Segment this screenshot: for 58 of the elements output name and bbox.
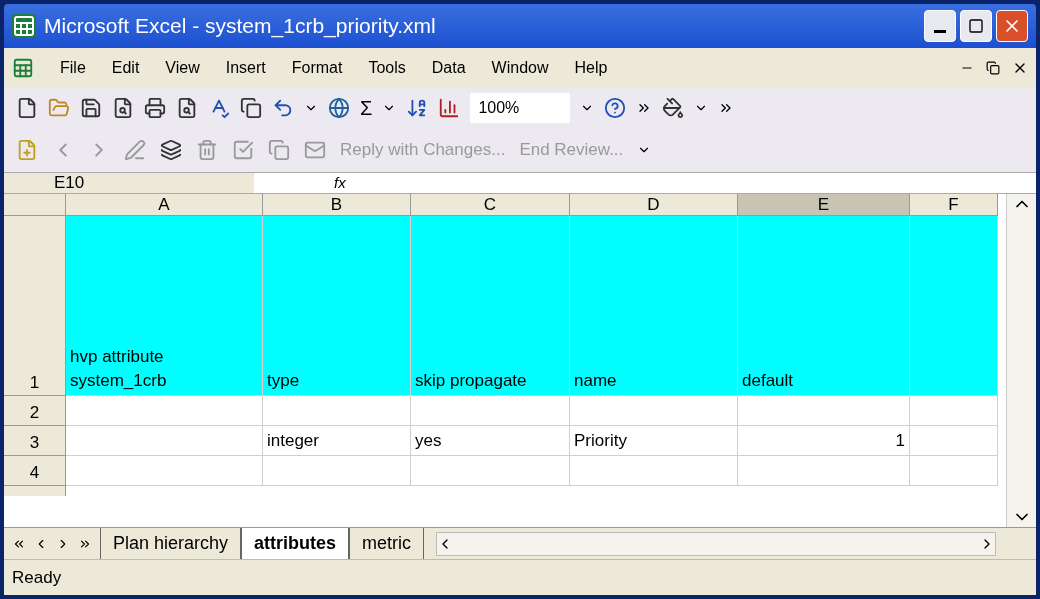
autosum-button[interactable]: Σ — [360, 93, 373, 123]
sheet-tab[interactable]: metric — [349, 528, 425, 559]
maximize-button[interactable] — [960, 10, 992, 42]
column-header[interactable]: B — [263, 194, 411, 216]
row-header[interactable]: 3 — [4, 426, 66, 456]
print-icon[interactable] — [144, 97, 166, 119]
app-logo-icon — [12, 14, 36, 38]
row-header[interactable]: 4 — [4, 456, 66, 486]
open-icon[interactable] — [48, 97, 70, 119]
globe-icon[interactable] — [328, 97, 350, 119]
menu-item[interactable]: Tools — [368, 56, 406, 80]
help-icon[interactable] — [604, 97, 627, 119]
table-cell: 1 — [738, 426, 910, 456]
undo-icon[interactable] — [272, 97, 294, 119]
column-header[interactable]: C — [411, 194, 570, 216]
vertical-scrollbar[interactable] — [1006, 194, 1036, 527]
menu-item[interactable]: Format — [291, 56, 343, 80]
workbook-icon[interactable] — [12, 57, 34, 79]
column-header[interactable]: E — [738, 194, 910, 216]
zoom-field[interactable]: 100% — [470, 93, 571, 123]
table-cell: skip propagate — [411, 216, 570, 396]
row-header[interactable]: 1 — [4, 216, 66, 396]
horizontal-scrollbar[interactable] — [436, 531, 996, 556]
print-preview-icon[interactable] — [176, 97, 198, 119]
minimize-icon — [934, 29, 946, 33]
new-icon[interactable] — [16, 97, 38, 119]
column-header[interactable]: F — [910, 194, 998, 216]
row-header[interactable]: 2 — [4, 396, 66, 426]
fill-color-icon[interactable] — [662, 97, 685, 119]
menu-item[interactable]: Insert — [225, 56, 266, 80]
name-box[interactable]: E10 — [4, 173, 254, 193]
table-cell: hvp attribute system_1crb — [66, 216, 263, 396]
table-cell: type — [263, 216, 411, 396]
table-cell: default — [738, 216, 910, 396]
table-cell: integer — [263, 426, 411, 456]
window-title: Microsoft Excel - system_1crb_priority.xml — [44, 13, 436, 40]
menu-item[interactable]: Window — [491, 56, 549, 80]
status-text: Ready — [12, 566, 62, 589]
menu-item[interactable]: View — [165, 56, 200, 80]
close-button[interactable] — [996, 10, 1028, 42]
menu-item[interactable]: Data — [431, 56, 466, 80]
table-cell: name — [570, 216, 738, 396]
column-header[interactable]: A — [66, 194, 263, 216]
sheet-tab[interactable]: attributes — [241, 528, 350, 559]
save-icon[interactable] — [80, 97, 102, 119]
table-cell: Priority — [570, 426, 738, 456]
menu-item[interactable]: Help — [574, 56, 608, 80]
menu-item[interactable]: Edit — [111, 56, 140, 80]
sheet-tab[interactable]: Plan hierarchy — [100, 528, 242, 559]
chart-icon[interactable] — [438, 97, 461, 119]
table-cell: yes — [411, 426, 570, 456]
menu-item[interactable]: File — [60, 56, 86, 80]
minimize-button[interactable] — [924, 10, 956, 42]
function-button[interactable]: fx — [334, 171, 354, 195]
column-header[interactable]: D — [570, 194, 738, 216]
restore-icon[interactable] — [986, 61, 1000, 75]
maximize-icon — [968, 18, 984, 34]
copy-icon[interactable] — [240, 97, 262, 119]
